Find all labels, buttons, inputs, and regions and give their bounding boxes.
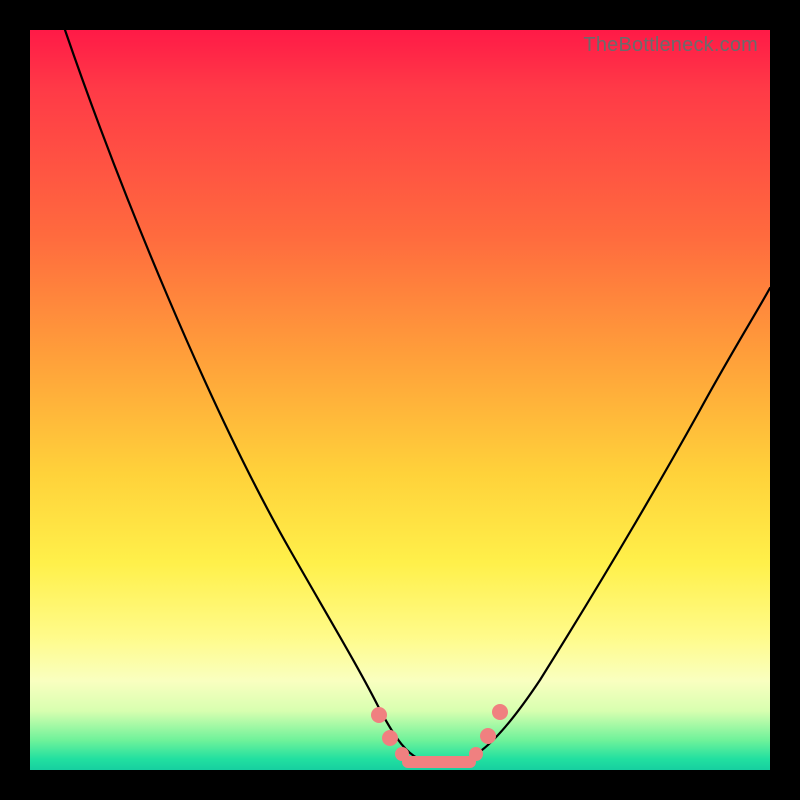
trough-marker-bar [402,756,476,768]
plot-area: TheBottleneck.com [30,30,770,770]
chart-frame: TheBottleneck.com [0,0,800,800]
chart-overlay-svg [30,30,770,770]
marker-dot [371,707,387,723]
marker-dot [469,747,483,761]
curve-right [450,288,770,762]
marker-dot [492,704,508,720]
marker-dot [480,728,496,744]
marker-dot [382,730,398,746]
curve-left [65,30,438,762]
marker-dot [395,747,409,761]
